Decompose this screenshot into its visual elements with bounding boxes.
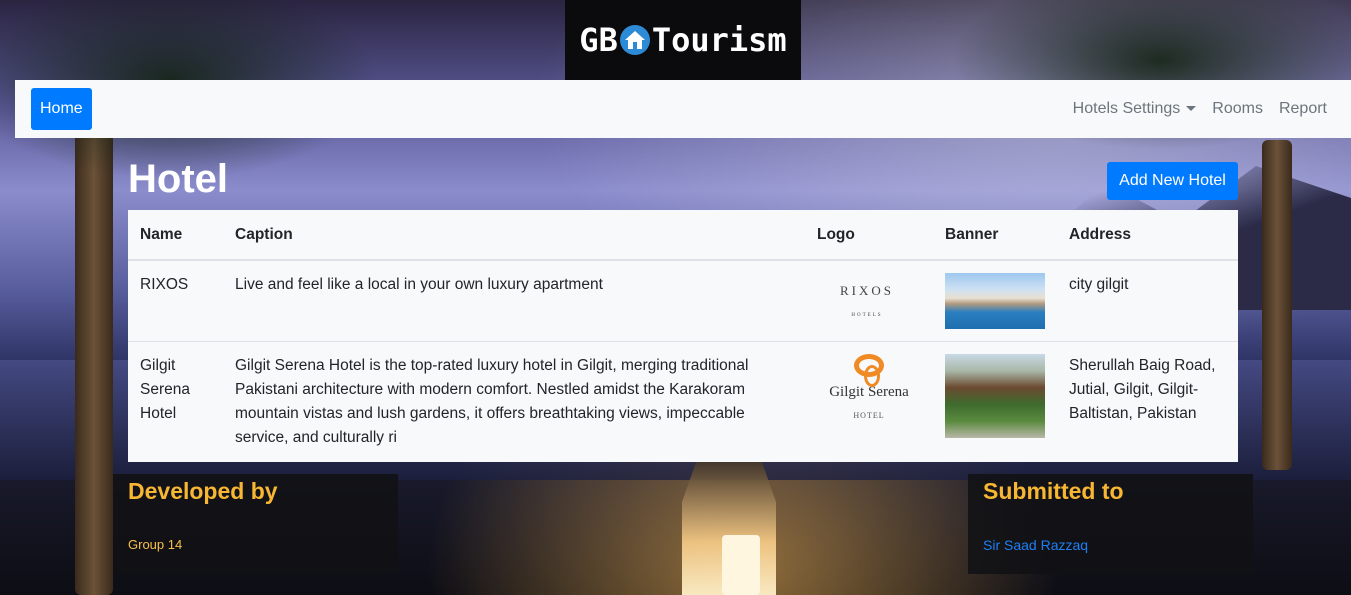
background-candle (722, 535, 760, 595)
add-new-hotel-button[interactable]: Add New Hotel (1107, 162, 1238, 200)
background-palm-left (75, 130, 113, 595)
header-banner: Banner (933, 210, 1057, 261)
header-name: Name (128, 210, 223, 261)
home-icon (619, 25, 650, 55)
brand-text-left: GB (579, 21, 618, 59)
cell-logo: Gilgit Serena HOTEL (805, 341, 933, 462)
serena-banner-image (945, 354, 1045, 438)
nav-report-link[interactable]: Report (1279, 100, 1327, 118)
nav-hotels-settings-dropdown[interactable]: Hotels Settings (1073, 100, 1197, 118)
background-palm-right (1262, 140, 1292, 470)
nav-home-button[interactable]: Home (31, 88, 92, 130)
cell-address: city gilgit (1057, 259, 1238, 342)
cell-caption: Gilgit Serena Hotel is the top-rated lux… (223, 341, 805, 462)
table-row: Gilgit Serena Hotel Gilgit Serena Hotel … (128, 341, 1238, 462)
serena-logo-image: Gilgit Serena HOTEL (817, 354, 921, 428)
nav-hotels-settings-label: Hotels Settings (1072, 100, 1181, 117)
header-caption: Caption (223, 210, 805, 261)
page-title: Hotel (128, 157, 228, 201)
submitted-to-link[interactable]: Sir Saad Razzaq (983, 537, 1238, 553)
rixos-logo-image: RIXOS HOTELS (839, 283, 894, 318)
brand-logo[interactable]: GB Tourism (565, 0, 801, 80)
header-address: Address (1057, 210, 1238, 261)
nav-menu: Hotels Settings Rooms Report (1073, 100, 1335, 118)
caret-down-icon (1186, 106, 1197, 112)
hotel-table: Name Caption Logo Banner Address RIXOS L… (128, 210, 1238, 462)
cell-banner (933, 341, 1057, 462)
footer-developed-by: Developed by Group 14 (113, 474, 398, 574)
cell-logo: RIXOS HOTELS (805, 259, 933, 342)
brand-text-right: Tourism (651, 21, 787, 59)
header-logo: Logo (805, 210, 933, 261)
rixos-banner-image (945, 273, 1045, 329)
table-row: RIXOS Live and feel like a local in your… (128, 259, 1238, 342)
cell-caption: Live and feel like a local in your own l… (223, 259, 805, 342)
footer-submitted-to: Submitted to Sir Saad Razzaq (968, 474, 1253, 574)
cell-name: Gilgit Serena Hotel (128, 341, 223, 462)
developed-by-heading: Developed by (128, 478, 278, 504)
cell-address: Sherullah Baig Road, Jutial, Gilgit, Gil… (1057, 341, 1238, 462)
table-header-row: Name Caption Logo Banner Address (128, 210, 1238, 261)
navbar: Home Hotels Settings Rooms Report (15, 80, 1351, 138)
cell-name: RIXOS (128, 259, 223, 342)
cell-banner (933, 259, 1057, 342)
developed-by-text: Group 14 (128, 537, 183, 552)
submitted-to-heading: Submitted to (983, 478, 1124, 504)
nav-rooms-link[interactable]: Rooms (1212, 100, 1263, 118)
